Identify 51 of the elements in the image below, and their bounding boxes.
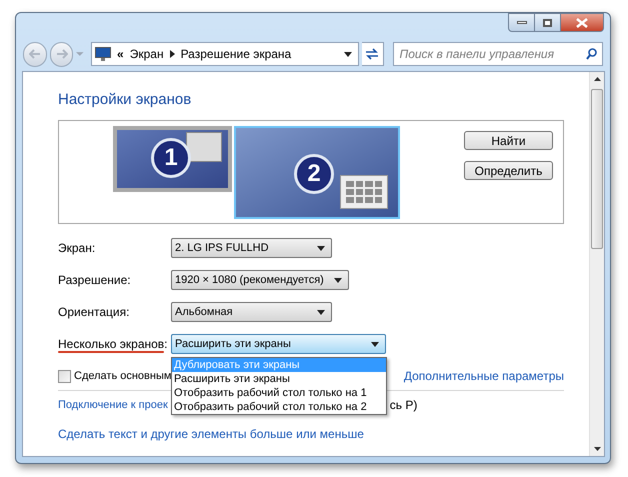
select-box[interactable]: Расширить эти экраны — [171, 334, 386, 354]
scrollbar[interactable] — [589, 72, 604, 456]
scroll-down-arrow-icon — [594, 447, 600, 451]
dropdown-arrow-icon — [317, 310, 325, 314]
select-box[interactable]: Альбомная — [171, 302, 332, 322]
window-thumbnail-icon — [186, 132, 222, 162]
search-icon — [586, 48, 597, 60]
action-button[interactable]: Найти — [464, 131, 553, 150]
monitor-tile[interactable]: 1 — [113, 126, 232, 192]
field-label: Несколько экранов: — [58, 337, 168, 351]
page-heading: Настройки экранов — [58, 90, 192, 110]
monitor-number: 1 — [151, 138, 191, 178]
dropdown-arrow-icon — [371, 342, 379, 346]
close-icon — [576, 18, 588, 28]
dropdown-arrow-icon — [317, 246, 325, 250]
monitor-tile[interactable]: 2 — [234, 126, 400, 219]
projector-link[interactable]: Подключение к проек — [58, 396, 168, 414]
dropdown-arrow-icon — [334, 278, 342, 282]
maximize-button[interactable] — [535, 13, 561, 32]
monitor-icon — [95, 46, 112, 62]
refresh-button[interactable] — [362, 42, 384, 66]
field-label: Разрешение: — [58, 273, 131, 287]
dropdown-arrow-icon[interactable] — [344, 52, 352, 56]
window-thumbnail-icon — [340, 175, 388, 209]
scroll-up-arrow-icon — [594, 77, 600, 81]
close-button[interactable] — [561, 13, 604, 32]
minimize-button[interactable] — [508, 13, 535, 32]
back-arrow-icon — [28, 49, 41, 59]
action-button[interactable]: Определить — [464, 161, 553, 180]
advanced-settings-link[interactable]: Дополнительные параметры — [404, 367, 564, 385]
forward-arrow-icon — [56, 49, 68, 59]
address-bar[interactable]: « Экран Разрешение экрана — [91, 42, 359, 66]
scrollbar-thumb[interactable] — [591, 89, 603, 249]
field-label: Экран: — [58, 241, 96, 255]
dropdown-option[interactable]: Отобразить рабочий стол только на 2 — [172, 400, 386, 414]
refresh-arrows-icon — [365, 48, 380, 60]
breadcrumb-separator: « — [117, 46, 124, 63]
checkbox[interactable] — [58, 370, 71, 382]
dropdown-option[interactable]: Расширить эти экраны — [172, 372, 386, 386]
breadcrumb-item[interactable]: Разрешение экрана — [180, 45, 292, 63]
breadcrumb-item[interactable]: Экран — [130, 45, 164, 63]
field-label: Ориентация: — [58, 305, 130, 319]
dropdown-option[interactable]: Отобразить рабочий стол только на 1 — [172, 386, 386, 400]
chevron-right-icon[interactable] — [170, 50, 175, 58]
monitor-number: 2 — [294, 154, 334, 194]
select-box[interactable]: 2. LG IPS FULLHD — [171, 238, 332, 258]
text-size-link[interactable]: Сделать текст и другие элементы больше или меньше — [58, 427, 364, 441]
projector-link-tail: сь P) — [390, 397, 418, 414]
search-field[interactable]: Поиск в панели управления — [392, 42, 603, 66]
select-box[interactable]: 1920 × 1080 (рекомендуется) — [171, 270, 349, 290]
checkbox-label: Сделать основным — [74, 368, 172, 384]
